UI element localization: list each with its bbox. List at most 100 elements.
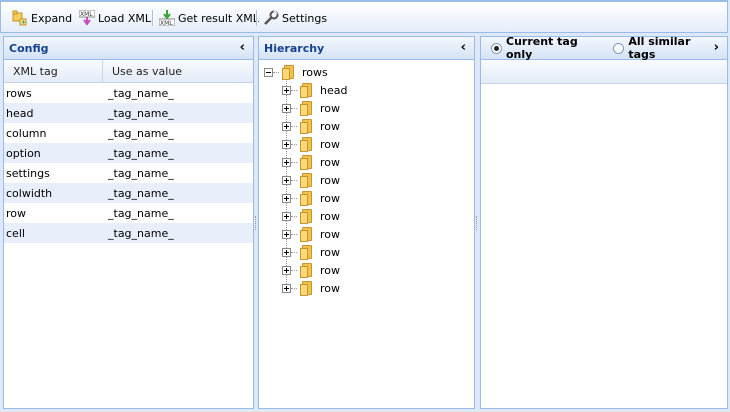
tree-node[interactable]: row	[259, 261, 474, 279]
svg-text:XML: XML	[160, 20, 173, 26]
expand-toggle-icon[interactable]	[282, 229, 291, 239]
tree-node[interactable]: row	[259, 171, 474, 189]
hierarchy-panel-header: Hierarchy ‹	[259, 37, 474, 60]
current-tag-only-option[interactable]: Current tag only	[491, 36, 605, 61]
expand-toggle-icon[interactable]	[282, 157, 291, 167]
get-result-xml-label: Get result XML	[178, 11, 259, 25]
current-tag-only-radio[interactable]	[491, 42, 502, 54]
config-row[interactable]: column _tag_name_	[4, 123, 253, 143]
config-row[interactable]: row _tag_name_	[4, 203, 253, 223]
expand-toggle-icon[interactable]	[282, 139, 291, 149]
xml-tag-cell: head	[6, 106, 34, 120]
config-title: Config	[9, 41, 49, 55]
tree-node[interactable]: row	[259, 135, 474, 153]
config-grid-body: rows _tag_name_ head _tag_name_ column _tag_n…	[4, 83, 253, 243]
toolbar-separator	[256, 10, 258, 26]
xml-tag-cell: column	[6, 126, 47, 140]
expand-toggle-icon[interactable]	[282, 247, 291, 257]
tree-node-label: row	[320, 209, 341, 223]
tree-node-label: row	[320, 101, 341, 115]
hierarchy-tree: rows head row row row row row row row row row row ro…	[259, 60, 474, 297]
config-row[interactable]: cell _tag_name_	[4, 223, 253, 243]
all-similar-tags-radio[interactable]	[613, 42, 625, 54]
use-as-value-cell: _tag_name_	[108, 106, 174, 120]
config-row[interactable]: settings _tag_name_	[4, 163, 253, 183]
details-panel-header: Current tag only All similar tags ›	[481, 36, 727, 61]
tree-node[interactable]: row	[259, 279, 474, 297]
folder-icon	[299, 172, 315, 188]
load-xml-icon: XML	[78, 9, 96, 26]
hierarchy-collapse-button[interactable]: ‹	[461, 40, 466, 55]
get-result-xml-button[interactable]: XML Get result XML	[158, 9, 259, 27]
tree-node-label: row	[320, 155, 341, 169]
column-header-xml-tag[interactable]: XML tag	[4, 60, 103, 82]
settings-label: Settings	[282, 11, 328, 25]
expand-toggle-icon[interactable]	[282, 175, 291, 185]
get-xml-icon: XML	[158, 10, 176, 27]
tree-node[interactable]: row	[259, 117, 474, 135]
use-as-value-cell: _tag_name_	[108, 166, 174, 180]
tree-node-label: row	[320, 137, 341, 151]
toolbar-separator	[152, 10, 154, 26]
tree-node-label: row	[320, 281, 341, 295]
tree-node[interactable]: row	[259, 207, 474, 225]
folder-icon	[299, 100, 315, 116]
collapse-toggle-icon[interactable]	[264, 67, 273, 77]
folder-icon	[299, 154, 315, 170]
column-header-use-as-value[interactable]: Use as value	[103, 60, 253, 82]
tree-node-label: row	[320, 173, 341, 187]
tree-node-root[interactable]: rows	[259, 63, 474, 81]
tree-node-label: row	[320, 227, 341, 241]
expand-toggle-icon[interactable]	[282, 265, 291, 275]
tree-node-label: row	[320, 191, 341, 205]
load-xml-button[interactable]: XML Load XML	[78, 9, 152, 27]
config-collapse-button[interactable]: ‹	[240, 40, 245, 55]
all-similar-tags-option[interactable]: All similar tags	[613, 36, 719, 61]
hierarchy-title: Hierarchy	[264, 41, 325, 55]
use-as-value-cell: _tag_name_	[108, 186, 174, 200]
config-row[interactable]: colwidth _tag_name_	[4, 183, 253, 203]
xml-tag-cell: option	[6, 146, 41, 160]
config-panel: Config ‹ XML tag Use as value rows _tag_n…	[3, 36, 254, 409]
folder-icon	[299, 190, 315, 206]
load-xml-label: Load XML	[98, 11, 152, 25]
tree-node[interactable]: row	[259, 153, 474, 171]
use-as-value-cell: _tag_name_	[108, 126, 174, 140]
expand-toggle-icon[interactable]	[282, 211, 291, 221]
settings-button[interactable]: Settings	[263, 9, 327, 27]
all-similar-tags-label: All similar tags	[628, 36, 691, 61]
use-as-value-cell: _tag_name_	[108, 226, 174, 240]
xml-tag-cell: row	[6, 206, 27, 220]
folder-icon	[299, 226, 315, 242]
tree-node-label: head	[320, 83, 348, 97]
expand-toggle-icon[interactable]	[282, 121, 291, 131]
expand-toggle-icon[interactable]	[282, 283, 291, 293]
tree-node[interactable]: row	[259, 225, 474, 243]
expand-label: Expand	[31, 11, 73, 25]
expand-toggle-icon[interactable]	[282, 193, 291, 203]
expand-button[interactable]: Expand	[12, 9, 72, 27]
config-row[interactable]: rows _tag_name_	[4, 83, 253, 103]
tree-node[interactable]: row	[259, 189, 474, 207]
tree-node[interactable]: row	[259, 99, 474, 117]
folder-icon	[299, 262, 315, 278]
config-row[interactable]: option _tag_name_	[4, 143, 253, 163]
tree-node-label: rows	[302, 65, 328, 79]
tree-node-label: row	[320, 245, 341, 259]
expand-toggle-icon[interactable]	[282, 103, 291, 113]
hierarchy-panel: Hierarchy ‹ rows head row row row row row row ro…	[258, 36, 475, 409]
use-as-value-cell: _tag_name_	[108, 206, 174, 220]
folder-icon	[299, 136, 315, 152]
config-panel-header: Config ‹	[4, 37, 253, 60]
current-tag-only-label: Current tag only	[506, 36, 578, 61]
use-as-value-cell: _tag_name_	[108, 146, 174, 160]
folder-icon	[299, 118, 315, 134]
details-expand-button[interactable]: ›	[714, 40, 719, 55]
details-grid-header	[481, 60, 727, 84]
xml-tag-cell: settings	[6, 166, 50, 180]
expand-toggle-icon[interactable]	[282, 85, 291, 95]
config-row[interactable]: head _tag_name_	[4, 103, 253, 123]
tree-node[interactable]: head	[259, 81, 474, 99]
details-panel: Current tag only All similar tags ›	[480, 36, 728, 409]
tree-node[interactable]: row	[259, 243, 474, 261]
